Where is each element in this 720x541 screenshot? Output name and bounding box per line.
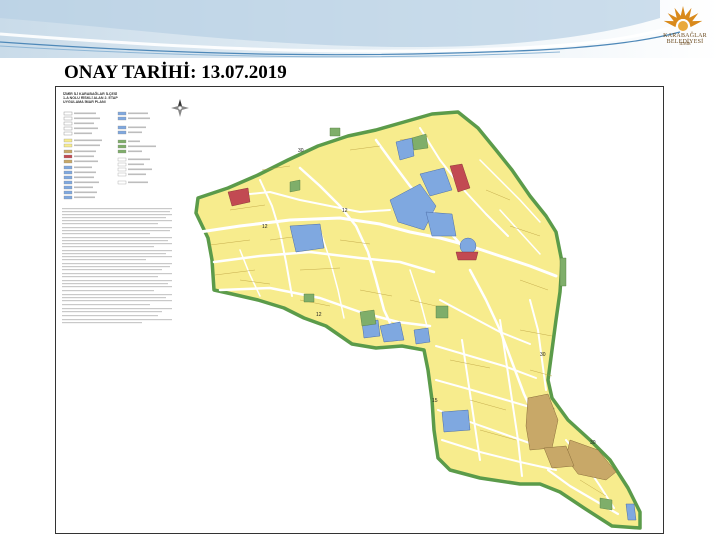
road-label: 12 [262, 224, 268, 230]
legend-symbols [62, 111, 172, 324]
road-label: 12 [316, 312, 322, 318]
road-label: 30 [540, 352, 546, 358]
road-label: 30 [590, 440, 596, 446]
road-label: 15 [432, 398, 438, 404]
north-arrow-icon [171, 99, 189, 117]
road-label: 12 [342, 208, 348, 214]
road-label: 30 [298, 148, 304, 154]
zoning-plan-map: 30 12 12 12 30 30 15 [62, 99, 642, 530]
